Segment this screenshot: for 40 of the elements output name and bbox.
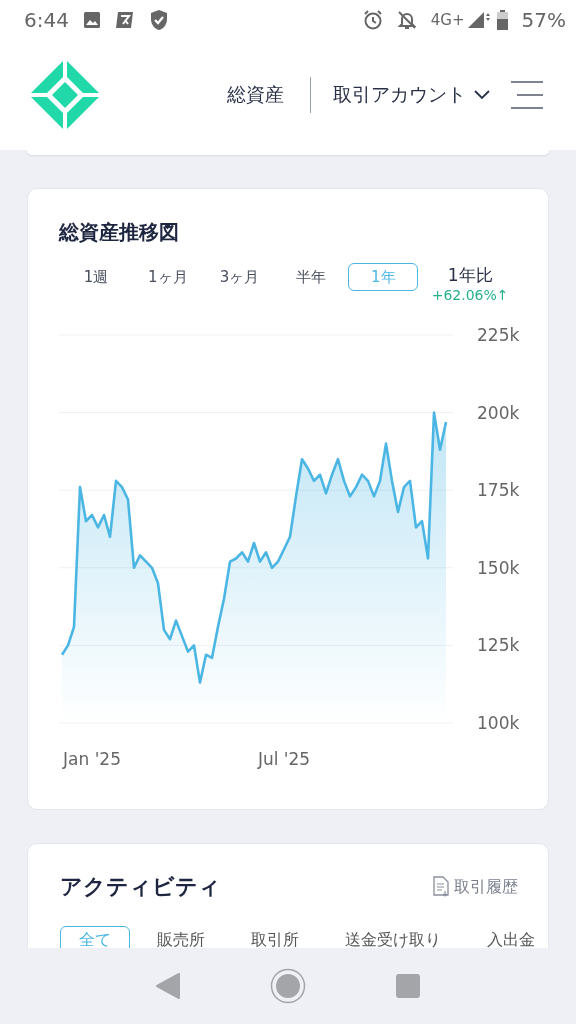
status-time: 6:44 (24, 8, 69, 32)
axis-tick-label: Jan '25 (63, 749, 121, 769)
range-tab[interactable]: 3ヶ月 (204, 263, 275, 291)
battery-icon (496, 10, 508, 30)
axis-tick-label: 175k (477, 480, 520, 501)
chevron-down-icon (474, 90, 490, 100)
network-type: 4G+ (430, 11, 465, 29)
logo-icon (30, 60, 100, 130)
recents-icon[interactable] (395, 973, 422, 999)
signal-icon (466, 11, 491, 29)
home-icon[interactable] (270, 968, 306, 1004)
back-icon[interactable] (154, 972, 181, 1000)
menu-icon[interactable] (510, 80, 544, 110)
activity-tab[interactable]: 販売所 (138, 926, 224, 948)
activity-tab[interactable]: 送金受け取り (326, 926, 460, 948)
change-percent: +62.06%↑ (431, 287, 509, 303)
total-assets-link[interactable]: 総資産 (223, 82, 288, 108)
activity-tab[interactable]: 入出金 (468, 926, 554, 948)
document-download-icon (432, 876, 450, 898)
comparison-label: 1年比 (447, 264, 493, 287)
range-tab[interactable]: 半年 (276, 263, 347, 291)
axis-tick-label: 200k (477, 402, 520, 423)
account-menu[interactable]: 取引アカウント (333, 82, 490, 108)
axis-tick-label: Jul '25 (257, 749, 311, 769)
axis-tick-label: 225k (477, 325, 520, 345)
card-title: 総資産推移図 (57, 219, 180, 246)
battery-percent: 57% (521, 8, 566, 32)
app-icon (114, 11, 135, 29)
axis-tick-label: 150k (477, 557, 520, 578)
image-icon (82, 11, 101, 29)
axis-tick-label: 100k (477, 713, 520, 733)
activity-tab[interactable]: 取引所 (232, 926, 318, 948)
history-link[interactable]: 取引履歴 (432, 876, 518, 898)
shield-check-icon (148, 9, 169, 31)
axis-tick-label: 125k (477, 635, 520, 656)
range-tab[interactable]: 1ヶ月 (132, 263, 203, 291)
alarm-icon (362, 10, 383, 30)
bell-off-icon (396, 10, 417, 30)
card-title: アクティビティ (60, 873, 221, 901)
range-tab[interactable]: 1週 (61, 263, 131, 291)
